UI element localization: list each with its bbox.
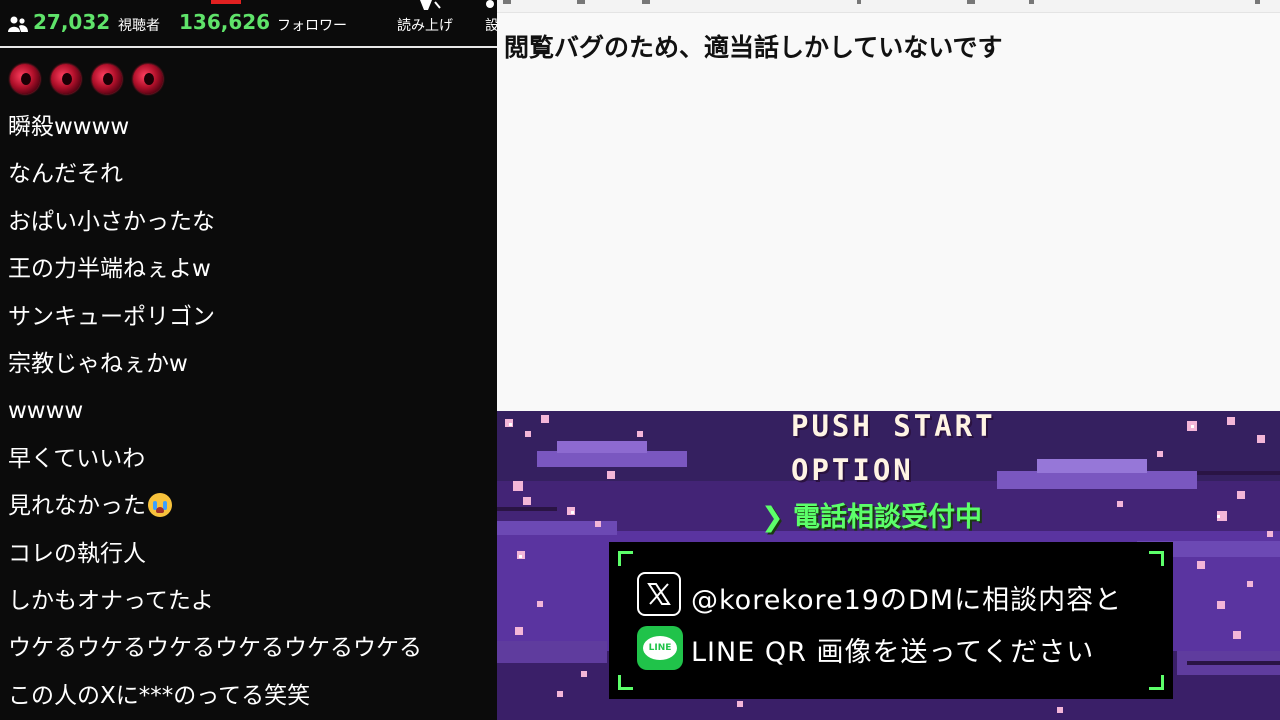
- comment-item: コレの執行人: [8, 540, 146, 567]
- notepad-content[interactable]: 閲覧バグのため、適当話しかしていないです: [504, 28, 1003, 64]
- dialog-line-1: @korekore19のDMに相談内容と: [691, 585, 1123, 616]
- format-tool-icon[interactable]: [967, 0, 975, 4]
- comment-item: 見れなかった: [0, 483, 497, 530]
- comment-list: 瞬殺wwww なんだそれ おぱい小さかったな 王の力半端ねぇよw サンキューポリ…: [0, 54, 497, 720]
- follower-count: 136,626: [179, 10, 271, 34]
- comment-item: サンキューポリゴン: [8, 303, 215, 330]
- push-start-label: PUSH START: [791, 411, 996, 443]
- comment-item: ウケるウケるウケるウケるウケるウケる: [8, 635, 422, 662]
- selector-arrow-icon: ❯: [761, 502, 784, 533]
- stamp-icon: [92, 64, 122, 94]
- comment-item: 宗教じゃねぇかw: [8, 350, 188, 377]
- dialog-corner: [1149, 675, 1164, 690]
- comment-item: この人のXに***のってる笑笑: [8, 682, 311, 709]
- notepad-menubar: [497, 0, 1280, 13]
- comment-panel: 27,032 視聴者 136,626 フォロワー 読み上げ 設 瞬殺wwww な…: [0, 0, 497, 720]
- stamp-icon: [51, 64, 81, 94]
- stamp-icon: [133, 64, 163, 94]
- speaker-icon[interactable]: [410, 0, 444, 12]
- option-label: OPTION: [791, 453, 914, 487]
- selected-option-label: 電話相談受付中: [793, 502, 983, 533]
- settings-icon[interactable]: [1255, 0, 1260, 4]
- follower-label: フォロワー: [277, 18, 347, 34]
- comment-item: なんだそれ: [8, 161, 123, 188]
- comment-item: おぱい小さかったな: [8, 208, 215, 235]
- viewers-icon: [8, 16, 28, 32]
- x-logo-icon: [637, 572, 681, 616]
- dialog-line-2: LINE QR 画像を送ってください: [691, 637, 1095, 668]
- stats-bar: 27,032 視聴者 136,626 フォロワー 読み上げ 設: [0, 0, 497, 48]
- gear-icon[interactable]: [483, 0, 497, 14]
- stamp-icon: [10, 64, 40, 94]
- search-icon[interactable]: [1029, 0, 1034, 4]
- view-menu-icon[interactable]: [642, 0, 650, 4]
- viewer-count: 27,032: [33, 10, 111, 34]
- viewer-label: 視聴者: [118, 18, 160, 34]
- live-indicator: [211, 0, 241, 4]
- comment-item: wwww: [8, 398, 84, 425]
- comment-item: 王の力半端ねぇよw: [8, 256, 211, 283]
- dialog-corner: [1149, 551, 1164, 566]
- heading-tool-icon[interactable]: [857, 0, 861, 4]
- dialog-corner: [618, 551, 633, 566]
- settings-button[interactable]: 設: [485, 15, 497, 35]
- notepad-window: 閲覧バグのため、適当話しかしていないです: [497, 0, 1280, 411]
- read-aloud-button[interactable]: 読み上げ: [397, 15, 453, 35]
- file-menu-icon[interactable]: [503, 0, 511, 4]
- comment-item: 早くていいわ: [8, 445, 146, 472]
- comment-item: しかもオナってたよ: [8, 587, 214, 614]
- dialog-corner: [618, 675, 633, 690]
- crying-face-icon: [148, 493, 172, 518]
- edit-menu-icon[interactable]: [577, 0, 585, 4]
- selected-menu-option: ❯ 電話相談受付中: [761, 495, 982, 534]
- stamp-row: [0, 54, 497, 104]
- comment-item: 瞬殺wwww: [8, 114, 130, 140]
- line-logo-icon: LINE: [637, 626, 683, 670]
- contact-dialog: @korekore19のDMに相談内容と LINE LINE QR 画像を送って…: [609, 542, 1173, 699]
- stream-overlay: PUSH START OPTION ❯ 電話相談受付中 @korekore19の…: [497, 411, 1280, 720]
